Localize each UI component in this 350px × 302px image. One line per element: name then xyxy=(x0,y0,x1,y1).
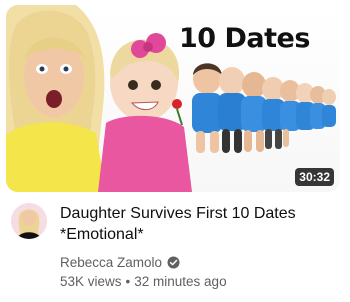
video-title-line-2: *Emotional* xyxy=(60,226,144,243)
channel-name[interactable]: Rebecca Zamolo xyxy=(60,255,162,270)
video-title[interactable]: Daughter Survives First 10 Dates *Emotio… xyxy=(60,203,346,245)
video-card[interactable]: 10 Dates 30:32 Daughter Survives First 1… xyxy=(0,0,350,302)
verified-check-icon xyxy=(167,256,180,269)
stats-separator: • xyxy=(125,274,131,289)
video-details: Daughter Survives First 10 Dates *Emotio… xyxy=(60,203,346,292)
video-thumbnail[interactable]: 10 Dates 30:32 xyxy=(6,5,340,192)
video-title-line-1: Daughter Survives First 10 Dates xyxy=(60,205,296,222)
channel-row: Rebecca Zamolo xyxy=(60,253,346,271)
view-count: 53K views xyxy=(60,274,122,289)
avatar-image xyxy=(11,203,47,239)
thumbnail-headline: 10 Dates xyxy=(179,23,310,54)
channel-avatar[interactable] xyxy=(11,203,47,239)
video-stats: 53K views • 32 minutes ago xyxy=(60,274,346,292)
duration-badge: 30:32 xyxy=(295,168,334,186)
upload-age: 32 minutes ago xyxy=(134,274,227,289)
